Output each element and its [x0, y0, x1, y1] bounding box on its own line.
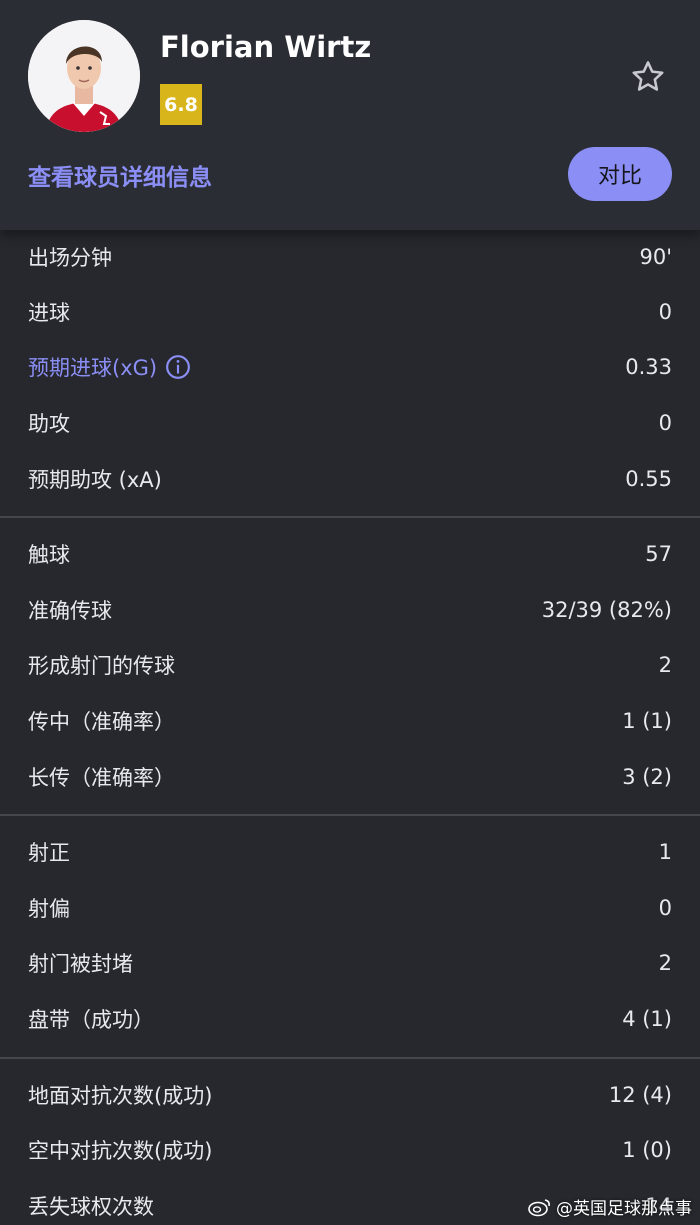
- stat-value: 4 (1): [622, 1006, 672, 1031]
- stat-label: 助攻: [28, 411, 70, 436]
- weibo-icon: [528, 1198, 550, 1216]
- stat-label: 形成射门的传球: [28, 654, 175, 679]
- stat-row-crosses: 传中（准确率） 1 (1): [0, 693, 700, 749]
- stat-row-ground-duels: 地面对抗次数(成功) 12 (4): [0, 1067, 700, 1123]
- info-icon[interactable]: [165, 354, 191, 380]
- stat-label: 准确传球: [28, 598, 112, 623]
- stat-row-shots-on-target: 射正 1: [0, 824, 700, 880]
- stats-section-shooting: 射正 1 射偏 0 射门被封堵 2 盘带（成功） 4 (1): [0, 824, 700, 1046]
- stat-value: 0: [658, 299, 672, 324]
- stat-label: 长传（准确率）: [28, 765, 175, 790]
- stat-label: 传中（准确率）: [28, 709, 175, 734]
- stat-row-assists: 助攻 0: [0, 395, 700, 451]
- stat-value: 12 (4): [608, 1082, 672, 1107]
- stat-value: 1: [658, 840, 672, 865]
- stat-label: 地面对抗次数(成功): [28, 1083, 213, 1108]
- stats-section-passing: 触球 57 准确传球 32/39 (82%) 形成射门的传球 2 传中（准确率）…: [0, 526, 700, 804]
- player-header: Florian Wirtz 6.8 查看球员详细信息 对比: [0, 0, 700, 230]
- stat-row-accurate-passes: 准确传球 32/39 (82%): [0, 582, 700, 638]
- stat-value: 32/39 (82%): [541, 597, 672, 622]
- rating-badge: 6.8: [160, 84, 202, 125]
- watermark-text: @英国足球那点事: [556, 1199, 692, 1219]
- stat-row-shots-off-target: 射偏 0: [0, 880, 700, 936]
- stat-value: 1 (0): [622, 1138, 672, 1163]
- stat-row-dribbles: 盘带（成功） 4 (1): [0, 991, 700, 1047]
- star-outline-icon[interactable]: [629, 58, 667, 96]
- stat-value: 3 (2): [622, 764, 672, 789]
- stat-value: 0: [658, 895, 672, 920]
- stat-row-xg[interactable]: 预期进球(xG) 0.33: [0, 340, 700, 396]
- stat-row-aerial-duels: 空中对抗次数(成功) 1 (0): [0, 1122, 700, 1178]
- player-avatar[interactable]: [28, 20, 140, 132]
- stat-value: 0: [658, 410, 672, 435]
- stat-row-goals: 进球 0: [0, 284, 700, 340]
- stat-row-minutes: 出场分钟 90': [0, 230, 700, 284]
- stat-row-long-balls: 长传（准确率） 3 (2): [0, 749, 700, 805]
- stat-label: 射正: [28, 841, 70, 866]
- stat-value: 90': [639, 245, 673, 269]
- stat-value: 0.55: [625, 466, 672, 491]
- stat-value: 2: [658, 951, 672, 976]
- stat-row-blocked-shots: 射门被封堵 2: [0, 936, 700, 992]
- stat-label: 空中对抗次数(成功): [28, 1139, 213, 1164]
- stat-value: 0.33: [625, 355, 672, 380]
- stat-label: 触球: [28, 543, 70, 568]
- stat-row-xa: 预期助攻 (xA) 0.55: [0, 451, 700, 507]
- stat-label: 预期进球(xG): [28, 352, 191, 382]
- stat-value: 57: [645, 542, 672, 567]
- watermark: @英国足球那点事: [528, 1194, 692, 1219]
- stat-value: 1 (1): [622, 708, 672, 733]
- stat-row-key-passes: 形成射门的传球 2: [0, 638, 700, 694]
- stats-section-general: 出场分钟 90' 进球 0 预期进球(xG) 0.33 助攻 0 预期助攻 (x…: [0, 230, 700, 506]
- stat-label: 预期助攻 (xA): [28, 467, 162, 492]
- stat-label: 盘带（成功）: [28, 1007, 154, 1032]
- player-details-link[interactable]: 查看球员详细信息: [28, 158, 212, 192]
- stat-label: 出场分钟: [28, 246, 112, 270]
- xg-label-text: 预期进球(xG): [28, 356, 158, 381]
- stats-list: 出场分钟 90' 进球 0 预期进球(xG) 0.33 助攻 0 预期助攻 (x…: [0, 230, 700, 1225]
- stat-label: 射门被封堵: [28, 952, 133, 977]
- compare-button[interactable]: 对比: [568, 147, 672, 201]
- stat-label: 进球: [28, 300, 70, 325]
- stat-label: 丢失球权次数: [28, 1194, 154, 1219]
- stat-value: 2: [658, 653, 672, 678]
- stat-label: 射偏: [28, 896, 70, 921]
- player-name: Florian Wirtz: [160, 30, 372, 64]
- stat-row-touches: 触球 57: [0, 526, 700, 582]
